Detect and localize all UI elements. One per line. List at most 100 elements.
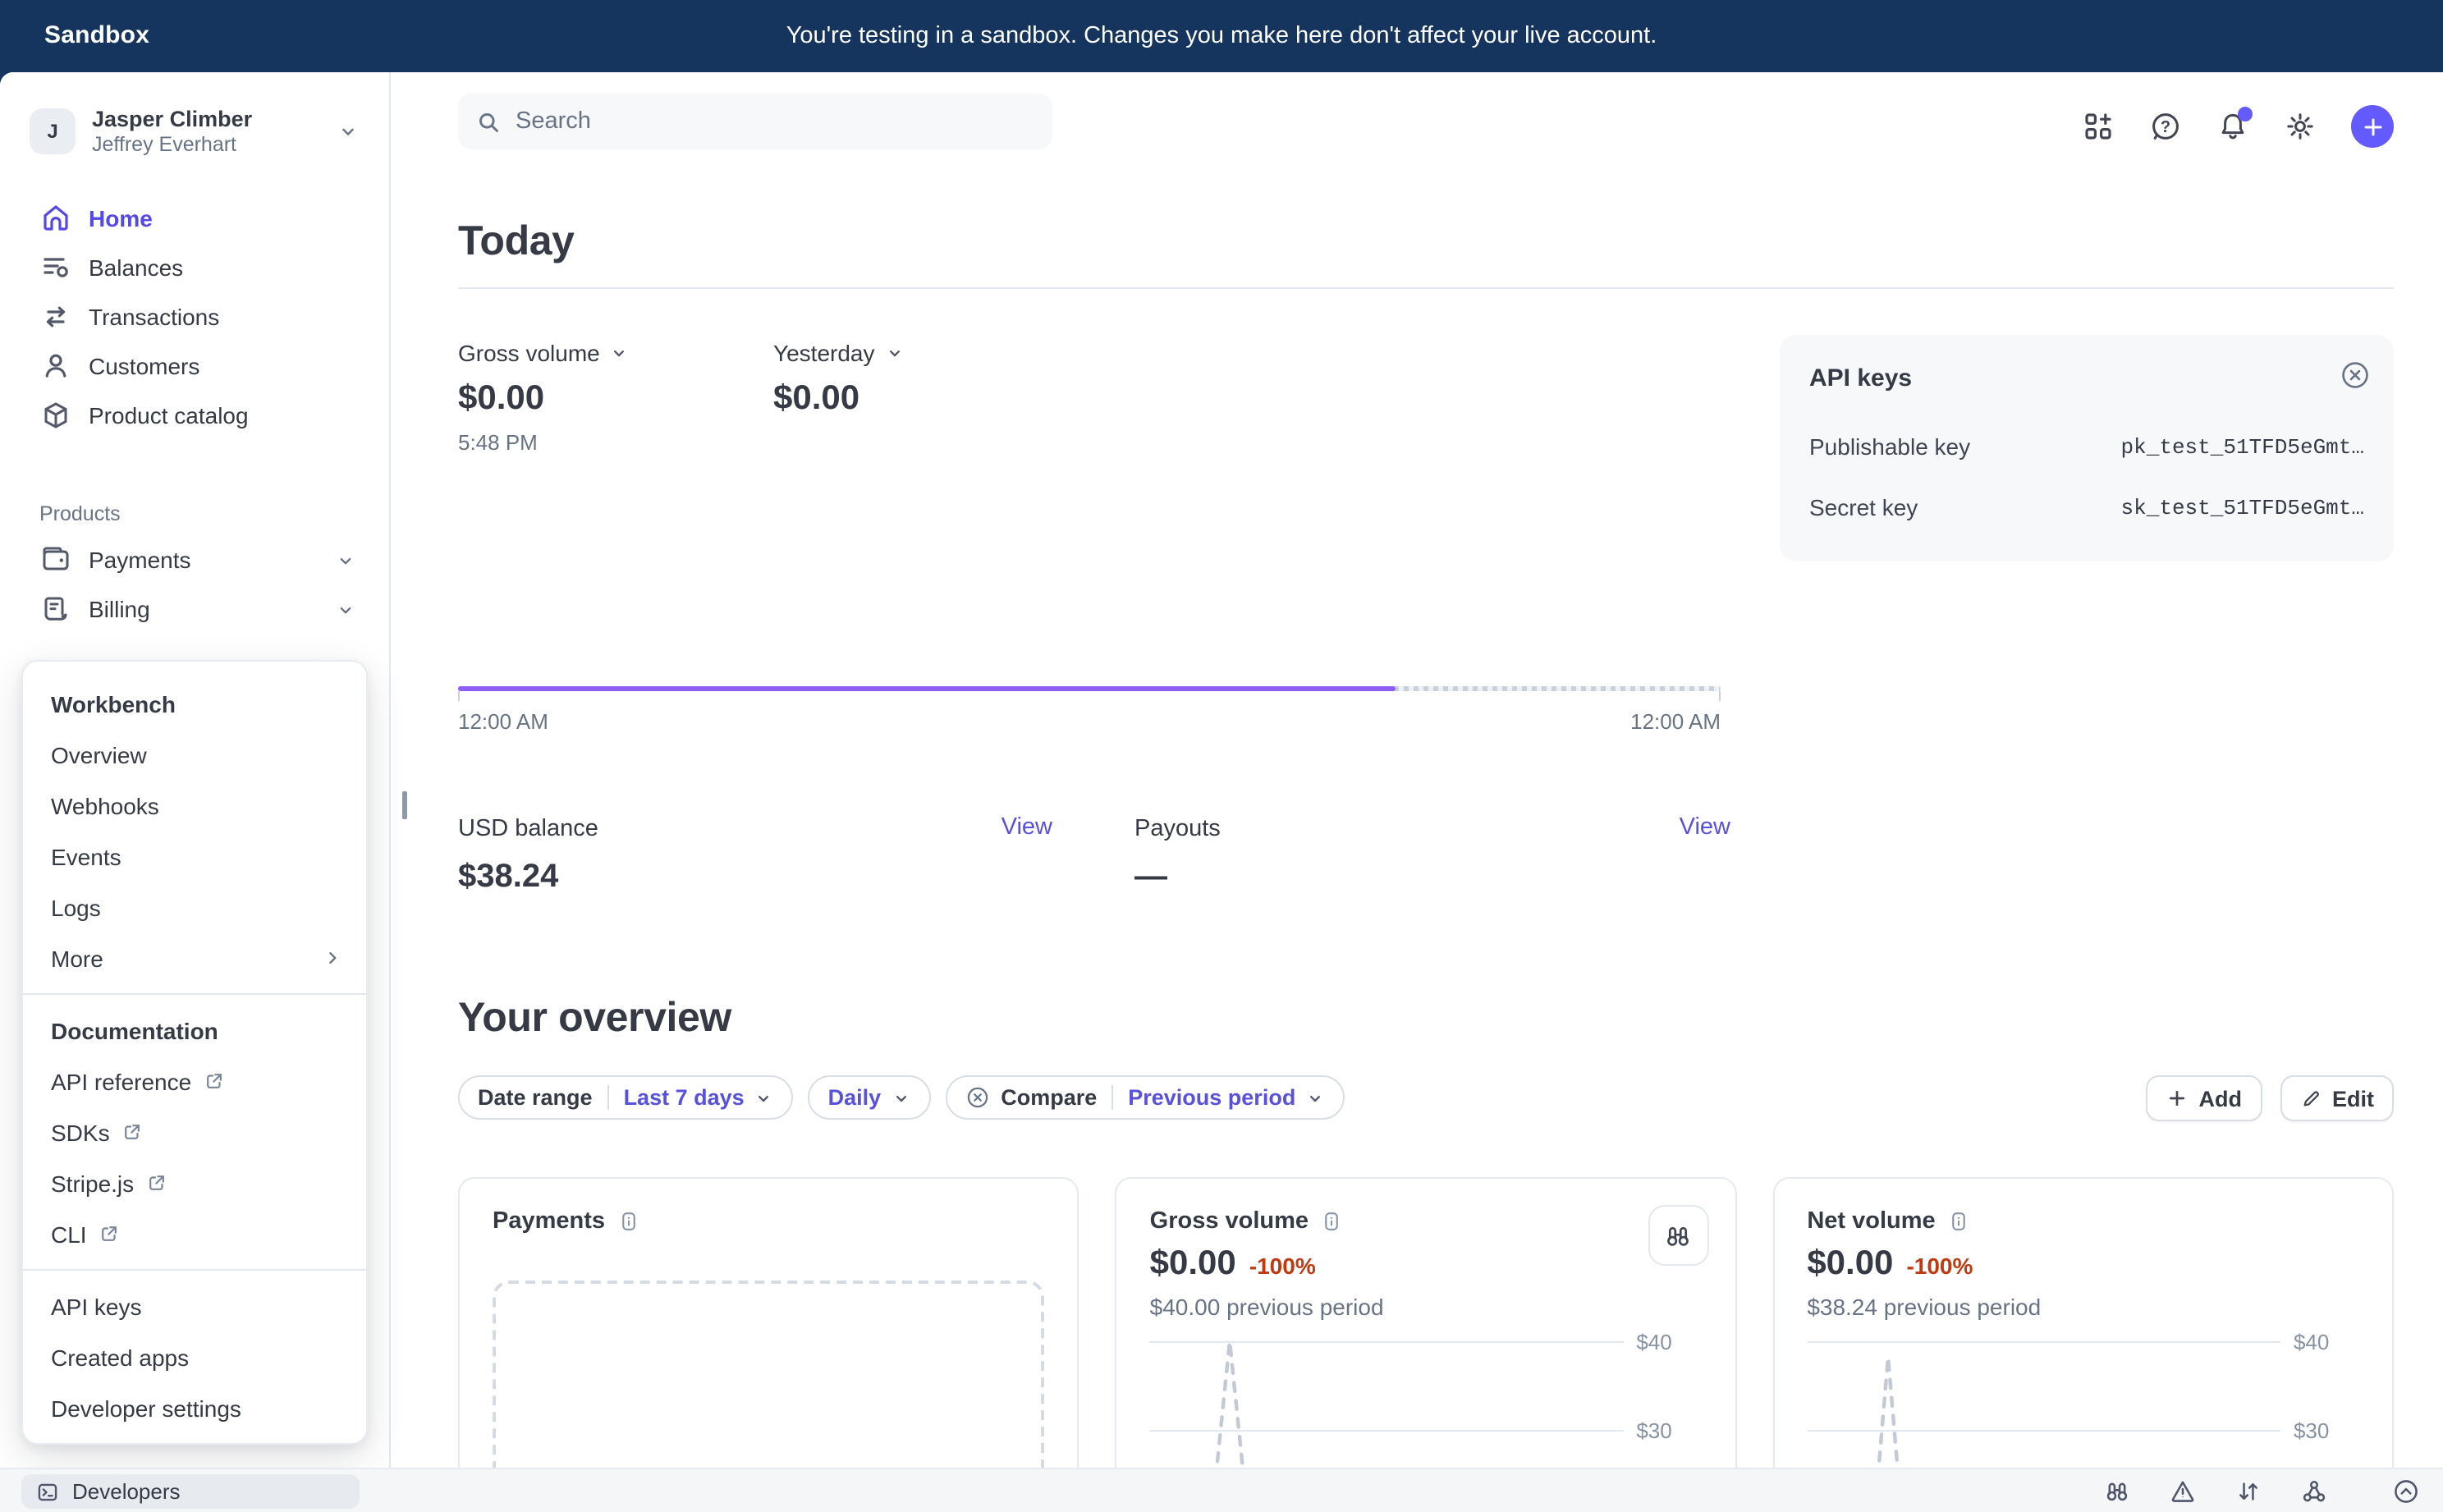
gross-volume-delta: -100%	[1249, 1253, 1316, 1279]
usd-balance-value: $38.24	[458, 859, 1052, 896]
net-volume-card[interactable]: Net volume $0.00 -100% $38.24 previous p…	[1772, 1177, 2394, 1468]
gross-volume-card-value: $0.00	[1150, 1244, 1236, 1284]
collapse-chevron-icon[interactable]	[2392, 1478, 2420, 1505]
popup-item-api-keys[interactable]: API keys	[23, 1281, 366, 1331]
gross-volume-time: 5:48 PM	[458, 430, 630, 455]
yesterday-selector[interactable]: Yesterday	[773, 340, 905, 366]
popup-heading-documentation: Documentation	[23, 1005, 366, 1056]
chevron-down-icon	[337, 120, 360, 143]
terminal-icon	[36, 1480, 59, 1503]
timeline-progress	[458, 686, 1395, 691]
net-volume-delta: -100%	[1906, 1253, 1973, 1279]
secret-key-value[interactable]: sk_test_51TFD5eGmt…	[2121, 496, 2364, 520]
developers-popup-menu: Workbench Overview Webhooks Events Logs …	[21, 660, 368, 1445]
interval-filter[interactable]: Daily	[809, 1075, 931, 1120]
y-tick-40: $40	[1636, 1330, 1702, 1354]
gross-volume-value: $0.00	[458, 379, 630, 419]
popup-item-developer-settings[interactable]: Developer settings	[23, 1382, 366, 1433]
sidebar-item-customers[interactable]: Customers	[0, 341, 389, 391]
chevron-down-icon	[885, 343, 905, 363]
gross-volume-selector[interactable]: Gross volume	[458, 340, 630, 366]
chevron-right-icon	[322, 947, 343, 969]
today-timeline-chart: 12:00 AM 12:00 AM	[458, 686, 1721, 691]
popup-item-cli[interactable]: CLI	[23, 1208, 366, 1259]
payouts-label: Payouts	[1134, 816, 1221, 842]
binoculars-icon[interactable]	[2103, 1478, 2131, 1505]
sidebar-item-home[interactable]: Home	[0, 194, 389, 243]
svg-text:?: ?	[2161, 118, 2170, 136]
popup-item-sdks[interactable]: SDKs	[23, 1107, 366, 1157]
search-input[interactable]	[516, 108, 1008, 135]
y-tick-40: $40	[2294, 1330, 2359, 1354]
gross-volume-card[interactable]: Gross volume $0.00 -100% $40.00 previous…	[1116, 1177, 1737, 1468]
webhook-icon[interactable]	[2300, 1478, 2328, 1505]
date-range-filter[interactable]: Date range Last 7 days	[458, 1075, 794, 1120]
popup-item-created-apps[interactable]: Created apps	[23, 1331, 366, 1382]
sandbox-banner: Sandbox You're testing in a sandbox. Cha…	[0, 0, 2443, 72]
product-catalog-icon	[39, 399, 72, 432]
help-icon[interactable]: ?	[2149, 110, 2182, 143]
timeline-start-label: 12:00 AM	[458, 709, 548, 734]
close-icon[interactable]	[2340, 360, 2371, 391]
popup-item-api-reference[interactable]: API reference	[23, 1056, 366, 1107]
api-keys-title: API keys	[1809, 364, 1912, 392]
popup-item-more[interactable]: More	[23, 932, 366, 983]
payments-card[interactable]: Payments	[458, 1177, 1079, 1468]
settings-gear-icon[interactable]	[2284, 110, 2317, 143]
sidebar-item-billing[interactable]: Billing	[0, 584, 389, 634]
secret-key-label: Secret key	[1809, 494, 1918, 520]
create-button[interactable]	[2351, 105, 2394, 148]
popup-item-events[interactable]: Events	[23, 831, 366, 882]
popup-divider	[23, 1269, 366, 1271]
balances-icon	[39, 251, 72, 284]
payments-card-title: Payments	[493, 1208, 605, 1235]
external-link-icon	[145, 1172, 167, 1194]
sidebar-section-products: Products	[0, 489, 389, 535]
apps-grid-icon[interactable]	[2082, 110, 2115, 143]
popup-heading-workbench: Workbench	[23, 678, 366, 729]
y-tick-30: $30	[2294, 1418, 2359, 1443]
notifications-bell-icon[interactable]	[2216, 110, 2249, 143]
y-tick-30: $30	[1636, 1418, 1702, 1443]
chevron-down-icon	[754, 1088, 774, 1107]
inspect-button[interactable]	[1648, 1205, 1708, 1266]
info-icon	[1320, 1210, 1343, 1233]
publishable-key-value[interactable]: pk_test_51TFD5eGmt…	[2121, 435, 2364, 460]
account-name: Jasper Climber	[92, 106, 337, 132]
sidebar-item-payments[interactable]: Payments	[0, 535, 389, 584]
developers-button[interactable]: Developers	[21, 1474, 360, 1509]
sidebar-item-transactions[interactable]: Transactions	[0, 292, 389, 341]
account-switcher[interactable]: J Jasper Climber Jeffrey Everhart	[16, 95, 376, 167]
edit-button[interactable]: Edit	[2280, 1075, 2394, 1121]
popup-item-stripejs[interactable]: Stripe.js	[23, 1157, 366, 1208]
transactions-icon	[39, 300, 72, 333]
external-link-icon	[121, 1121, 143, 1143]
gross-volume-previous: $40.00 previous period	[1150, 1294, 1384, 1320]
chevron-down-icon	[610, 343, 630, 363]
external-link-icon	[99, 1223, 120, 1244]
info-icon	[616, 1210, 639, 1233]
chevron-down-icon	[1305, 1088, 1325, 1107]
sidebar-item-product-catalog[interactable]: Product catalog	[0, 391, 389, 440]
sidebar-item-balances[interactable]: Balances	[0, 243, 389, 292]
usd-balance-view-link[interactable]: View	[1001, 814, 1052, 841]
popup-item-overview[interactable]: Overview	[23, 729, 366, 780]
billing-icon	[39, 593, 72, 625]
payouts-view-link[interactable]: View	[1680, 814, 1730, 841]
warning-icon[interactable]	[2169, 1478, 2197, 1505]
remove-compare-icon[interactable]	[965, 1085, 989, 1110]
usd-balance-label: USD balance	[458, 816, 598, 842]
external-link-icon	[203, 1070, 224, 1092]
transfers-arrows-icon[interactable]	[2234, 1478, 2262, 1505]
gross-volume-chart: $40 $30	[1150, 1326, 1703, 1468]
popup-item-logs[interactable]: Logs	[23, 882, 366, 932]
search-bar[interactable]	[458, 94, 1052, 149]
popup-item-webhooks[interactable]: Webhooks	[23, 780, 366, 831]
today-divider	[458, 287, 2394, 289]
compare-filter[interactable]: Compare Previous period	[945, 1075, 1345, 1120]
timeline-end-label: 12:00 AM	[1630, 709, 1721, 734]
text-cursor	[402, 791, 407, 819]
payouts-value: —	[1134, 859, 1730, 896]
add-button[interactable]: Add	[2147, 1075, 2262, 1121]
sandbox-message: You're testing in a sandbox. Changes you…	[0, 23, 2443, 49]
